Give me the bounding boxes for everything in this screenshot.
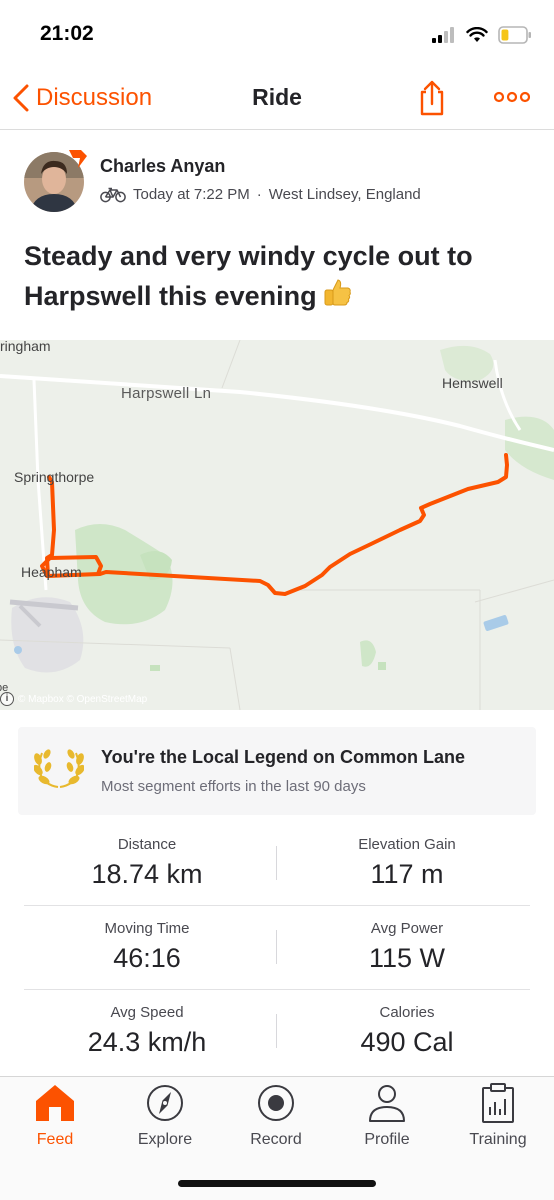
tab-profile[interactable]: Profile (332, 1083, 442, 1155)
stat-label: Calories (379, 1004, 435, 1021)
status-bar: 21:02 (0, 0, 554, 68)
home-indicator[interactable] (178, 1180, 376, 1187)
chevron-left-icon (13, 84, 29, 112)
tab-label: Training (469, 1131, 527, 1148)
stat-avg-speed: Avg Speed 24.3 km/h (24, 990, 270, 1074)
back-button[interactable]: Discussion (12, 80, 152, 116)
stat-value: 24.3 km/h (87, 1027, 207, 1057)
battery-icon (498, 26, 531, 44)
stat-value: 18.74 km (91, 859, 203, 889)
tab-label: Feed (36, 1131, 74, 1148)
stats-row: Avg Speed 24.3 km/h Calories 490 Cal (24, 990, 530, 1074)
activity-title-text: Steady and very windy cycle out to Harps… (24, 241, 473, 311)
achievement-subtitle: Most segment efforts in the last 90 days (101, 778, 366, 795)
strava-badge-icon (69, 150, 87, 168)
clipboard-chart-icon (482, 1083, 514, 1123)
tab-training[interactable]: Training (443, 1083, 553, 1155)
activity-location: West Lindsey, England (268, 186, 421, 203)
bike-icon (100, 187, 126, 202)
activity-header: Charles Anyan Today at 7:22 PM · West Li… (24, 150, 534, 216)
stat-value: 117 m (370, 859, 444, 889)
share-button[interactable] (416, 80, 448, 116)
map-attribution: i © Mapbox © OpenStreetMap (0, 692, 147, 706)
stat-moving-time: Moving Time 46:16 (24, 906, 270, 990)
stat-distance: Distance 18.74 km (24, 822, 270, 906)
stats-grid: Distance 18.74 km Elevation Gain 117 m M… (24, 822, 530, 1074)
activity-meta: Today at 7:22 PM · West Lindsey, England (100, 186, 421, 203)
compass-icon (147, 1085, 183, 1121)
more-button[interactable] (493, 86, 531, 108)
more-icon (493, 91, 531, 103)
tab-explore[interactable]: Explore (110, 1083, 220, 1155)
activity-timestamp: Today at 7:22 PM (133, 186, 250, 203)
status-icons (432, 24, 532, 46)
stat-avg-power: Avg Power 115 W (284, 906, 530, 990)
map-canvas (0, 340, 554, 710)
record-icon (258, 1085, 294, 1121)
map-attribution-text: © Mapbox © OpenStreetMap (18, 693, 148, 705)
athlete-name[interactable]: Charles Anyan (100, 156, 225, 177)
map-label-heapham: Heapham (21, 564, 82, 580)
map-label-top-left: ringham (0, 340, 51, 354)
stat-label: Avg Speed (110, 1004, 184, 1021)
back-label: Discussion (36, 84, 153, 111)
share-icon (420, 80, 444, 116)
stat-label: Elevation Gain (358, 836, 456, 853)
tab-label: Explore (137, 1131, 193, 1148)
laurel-icon (34, 749, 84, 788)
map-label-road: Harpswell Ln (121, 385, 212, 402)
stat-elevation-gain: Elevation Gain 117 m (284, 822, 530, 906)
status-time: 21:02 (40, 22, 94, 45)
divider (276, 846, 277, 880)
local-legend-card[interactable]: You're the Local Legend on Common Lane M… (18, 727, 536, 815)
thumbs-up-icon (324, 279, 351, 306)
divider (276, 1014, 277, 1048)
stat-label: Moving Time (104, 920, 190, 937)
stats-row: Distance 18.74 km Elevation Gain 117 m (24, 822, 530, 906)
stats-row: Moving Time 46:16 Avg Power 115 W (24, 906, 530, 990)
activity-title: Steady and very windy cycle out to Harps… (24, 236, 534, 316)
stat-value: 490 Cal (360, 1027, 454, 1057)
achievement-title: You're the Local Legend on Common Lane (101, 747, 465, 767)
signal-icon (432, 27, 454, 43)
route-map[interactable]: ringham Harpswell Ln Hemswell Springthor… (0, 340, 554, 710)
stat-calories: Calories 490 Cal (284, 990, 530, 1074)
map-label-springthorpe: Springthorpe (14, 469, 95, 485)
tab-label: Profile (364, 1131, 410, 1148)
tab-record[interactable]: Record (221, 1083, 331, 1155)
home-icon (36, 1085, 74, 1121)
stat-label: Distance (117, 836, 177, 853)
wifi-icon (466, 27, 488, 42)
divider (276, 930, 277, 964)
stat-value: 115 W (368, 943, 446, 973)
stat-label: Avg Power (370, 920, 444, 937)
tab-label: Record (250, 1131, 302, 1148)
info-icon[interactable]: i (0, 692, 14, 706)
person-icon (369, 1085, 405, 1122)
nav-bar: Discussion Ride (0, 68, 554, 130)
meta-separator: · (256, 186, 262, 203)
map-label-hemswell: Hemswell (442, 375, 503, 391)
stat-value: 46:16 (113, 943, 181, 973)
tab-feed[interactable]: Feed (0, 1083, 110, 1155)
